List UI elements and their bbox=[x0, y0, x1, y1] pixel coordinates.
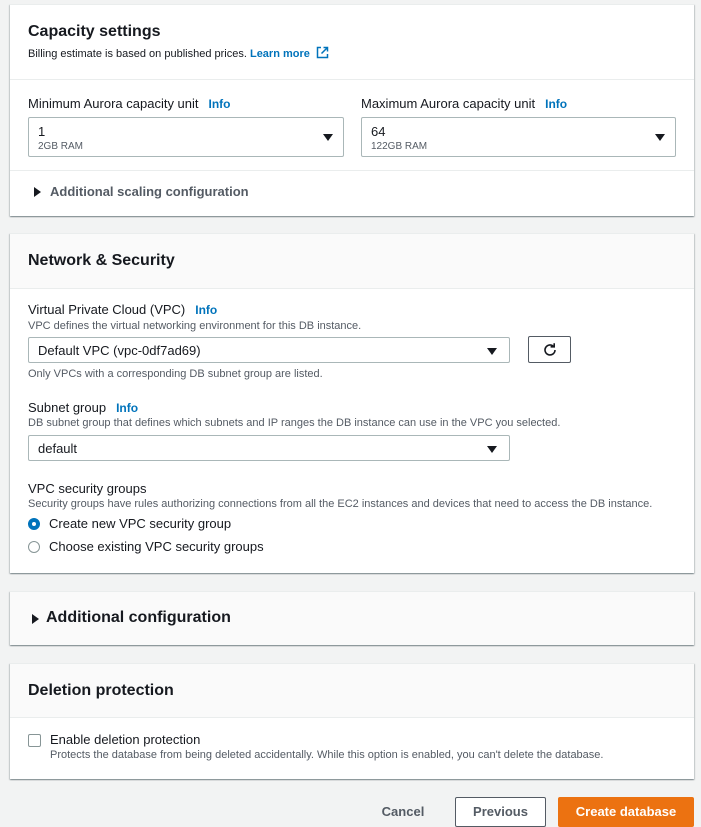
vpc-info-link[interactable]: Info bbox=[195, 303, 217, 317]
radio-choose-existing[interactable] bbox=[28, 541, 40, 553]
min-acu-label: Minimum Aurora capacity unit Info bbox=[28, 96, 231, 111]
chevron-down-icon bbox=[323, 134, 333, 141]
deletion-protection-title: Deletion protection bbox=[28, 682, 174, 699]
vpc-description: VPC defines the virtual networking envir… bbox=[28, 320, 362, 332]
subnet-group-value: default bbox=[38, 441, 78, 456]
min-acu-label-text: Minimum Aurora capacity unit bbox=[28, 96, 199, 111]
network-security-header: Network & Security bbox=[10, 234, 694, 289]
capacity-settings-panel: Capacity settings Billing estimate is ba… bbox=[10, 4, 694, 216]
refresh-icon bbox=[544, 343, 556, 356]
deletion-protection-panel: Deletion protection Enable deletion prot… bbox=[10, 663, 694, 779]
deletion-protection-header: Deletion protection bbox=[10, 664, 694, 718]
max-acu-info-link[interactable]: Info bbox=[545, 97, 567, 111]
additional-scaling-label: Additional scaling configuration bbox=[50, 184, 249, 199]
chevron-down-icon bbox=[487, 446, 497, 453]
max-acu-label-text: Maximum Aurora capacity unit bbox=[361, 96, 536, 111]
min-acu-info-link[interactable]: Info bbox=[209, 97, 231, 111]
radio-create-new[interactable] bbox=[28, 518, 40, 530]
security-groups-description: Security groups have rules authorizing c… bbox=[28, 498, 653, 510]
max-acu-label: Maximum Aurora capacity unit Info bbox=[361, 96, 567, 111]
subnet-group-label-text: Subnet group bbox=[28, 400, 107, 415]
vpc-label: Virtual Private Cloud (VPC) Info bbox=[28, 302, 217, 317]
min-acu-value: 1 bbox=[38, 124, 46, 139]
vpc-hint: Only VPCs with a corresponding DB subnet… bbox=[28, 368, 323, 380]
chevron-down-icon bbox=[487, 348, 497, 355]
previous-button[interactable]: Previous bbox=[455, 797, 546, 827]
subnet-group-description: DB subnet group that defines which subne… bbox=[28, 417, 561, 429]
subnet-group-label: Subnet group Info bbox=[28, 400, 138, 415]
network-security-title: Network & Security bbox=[28, 252, 175, 269]
billing-note: Billing estimate is based on published p… bbox=[28, 46, 329, 60]
network-security-panel: Network & Security Virtual Private Cloud… bbox=[10, 233, 694, 573]
min-acu-select[interactable]: 1 2GB RAM bbox=[28, 117, 344, 157]
deletion-protection-label[interactable]: Enable deletion protection bbox=[50, 732, 200, 747]
billing-note-text: Billing estimate is based on published p… bbox=[28, 48, 247, 60]
capacity-settings-title: Capacity settings bbox=[28, 23, 161, 40]
additional-configuration-title: Additional configuration bbox=[46, 609, 231, 626]
capacity-settings-header: Capacity settings Billing estimate is ba… bbox=[10, 5, 694, 80]
subnet-group-select[interactable]: default bbox=[28, 435, 510, 461]
chevron-down-icon bbox=[655, 134, 665, 141]
max-acu-value: 64 bbox=[371, 124, 386, 139]
vpc-select[interactable]: Default VPC (vpc-0df7ad69) bbox=[28, 337, 510, 363]
min-acu-ram: 2GB RAM bbox=[38, 141, 84, 152]
security-groups-label: VPC security groups bbox=[28, 481, 147, 496]
refresh-vpc-button[interactable] bbox=[528, 336, 571, 363]
cancel-button[interactable]: Cancel bbox=[375, 797, 431, 827]
additional-configuration-panel[interactable]: Additional configuration bbox=[10, 591, 694, 645]
vpc-value: Default VPC (vpc-0df7ad69) bbox=[38, 343, 201, 358]
external-link-icon[interactable] bbox=[316, 46, 329, 59]
vpc-label-text: Virtual Private Cloud (VPC) bbox=[28, 302, 186, 317]
subnet-group-info-link[interactable]: Info bbox=[116, 401, 138, 415]
max-acu-select[interactable]: 64 122GB RAM bbox=[361, 117, 676, 157]
caret-right-icon bbox=[34, 187, 41, 197]
sg-option-choose-existing-label: Choose existing VPC security groups bbox=[49, 539, 264, 554]
divider bbox=[10, 170, 694, 171]
caret-right-icon bbox=[32, 614, 39, 624]
deletion-protection-description: Protects the database from being deleted… bbox=[50, 749, 604, 761]
learn-more-link[interactable]: Learn more bbox=[250, 48, 310, 60]
deletion-protection-checkbox[interactable] bbox=[28, 734, 41, 747]
create-database-button[interactable]: Create database bbox=[558, 797, 694, 827]
max-acu-ram: 122GB RAM bbox=[371, 141, 428, 152]
sg-option-create-new-label: Create new VPC security group bbox=[49, 516, 232, 531]
